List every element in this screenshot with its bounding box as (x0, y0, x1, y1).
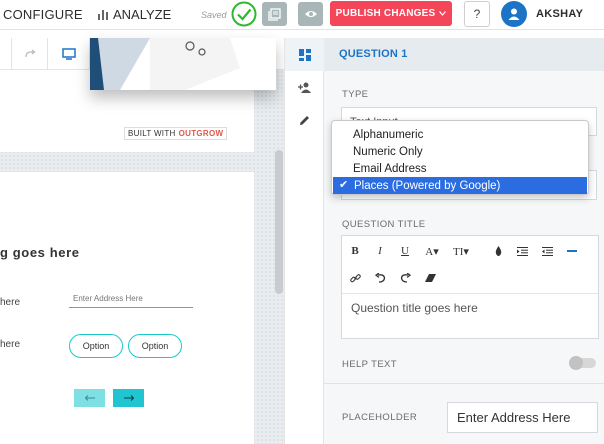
help-text-toggle[interactable] (569, 356, 596, 370)
font-color-icon[interactable]: A▾ (420, 241, 444, 261)
next-button[interactable] (113, 389, 144, 407)
outdent-icon[interactable] (537, 241, 557, 261)
placeholder-label: PLACEHOLDER (342, 412, 418, 423)
type-option-email[interactable]: Email Address (332, 160, 588, 177)
nav-analyze[interactable]: ANALYZE (98, 7, 171, 22)
built-with-badge[interactable]: BUILT WITH OUTGROW (124, 127, 228, 140)
bold-icon[interactable]: B (345, 241, 365, 261)
redo-icon[interactable] (395, 268, 415, 288)
divider (324, 383, 604, 384)
option-button[interactable]: Option (128, 334, 182, 358)
horizontal-rule-icon[interactable] (562, 241, 582, 261)
panel-title: QUESTION 1 (339, 48, 408, 60)
user-name[interactable]: AKSHAY (536, 8, 583, 20)
underline-icon[interactable]: U (395, 241, 415, 261)
preview-button[interactable] (298, 2, 323, 26)
question-title-editor: B I U A▾ TI▾ Question title goes here (341, 235, 599, 339)
nav-analyze-label: ANALYZE (113, 7, 172, 22)
help-button[interactable]: ? (464, 1, 490, 27)
hero-image (90, 38, 276, 90)
arrow-right-icon (123, 395, 134, 401)
saved-status: Saved (201, 10, 227, 20)
outgrow-logo: OUTGROW (178, 129, 224, 138)
type-option-numeric[interactable]: Numeric Only (332, 143, 588, 160)
add-user-tab[interactable] (285, 71, 324, 104)
toggle-knob (569, 356, 583, 370)
redo-button[interactable] (12, 38, 48, 70)
fill-color-icon[interactable] (488, 241, 508, 261)
chevron-down-icon (439, 11, 447, 16)
redo-icon (24, 49, 36, 58)
prev-button[interactable] (74, 389, 105, 407)
desktop-icon (61, 48, 76, 60)
rich-text-toolbar: B I U A▾ TI▾ (342, 236, 598, 294)
undo-icon[interactable] (370, 268, 390, 288)
question-title-label: QUESTION TITLE (342, 219, 426, 230)
type-option-alphanumeric[interactable]: Alphanumeric (332, 126, 588, 143)
user-icon (508, 8, 520, 20)
italic-icon[interactable]: I (370, 241, 390, 261)
saved-check-icon (231, 1, 257, 27)
eraser-icon[interactable] (420, 268, 440, 288)
layout-tab[interactable] (285, 38, 324, 71)
arrow-left-icon (84, 395, 95, 401)
pencil-icon (300, 116, 309, 125)
check-icon: ✔ (339, 179, 349, 191)
canvas-scrollbar[interactable] (275, 150, 283, 294)
undo-cell (0, 38, 12, 70)
type-dropdown-menu: Alphanumeric Numeric Only Email Address … (331, 120, 589, 195)
bar-chart-icon (98, 10, 108, 20)
properties-panel: QUESTION 1 TYPE Text Input QUESTION TITL… (324, 38, 604, 444)
help-text-label: HELP TEXT (342, 359, 397, 370)
avatar[interactable] (501, 1, 527, 27)
question-heading: g goes here (0, 245, 80, 260)
copy-icon (268, 7, 281, 21)
link-icon[interactable] (345, 268, 365, 288)
type-label: TYPE (342, 89, 369, 100)
top-bar: CONFIGURE ANALYZE Saved PUBLISH CHANGES … (0, 0, 604, 30)
question-label: here (0, 297, 21, 308)
publish-label: PUBLISH CHANGES (335, 8, 436, 19)
edit-tab[interactable] (285, 104, 324, 137)
side-icon-strip (284, 38, 324, 444)
copy-button[interactable] (262, 2, 287, 26)
text-size-icon[interactable]: TI▾ (448, 241, 474, 261)
eye-icon (304, 11, 317, 17)
type-option-places-label: Places (Powered by Google) (354, 179, 501, 192)
question-label: here (0, 339, 21, 350)
built-with-label: BUILT WITH (128, 129, 176, 138)
placeholder-input[interactable]: Enter Address Here (447, 402, 598, 433)
add-user-icon (297, 82, 311, 93)
option-button[interactable]: Option (69, 334, 123, 358)
nav-configure[interactable]: CONFIGURE (3, 7, 83, 22)
question-title-text[interactable]: Question title goes here (351, 301, 478, 315)
address-input[interactable]: Enter Address Here (69, 290, 193, 308)
hero-graphic (90, 38, 240, 90)
dashboard-icon (298, 48, 311, 61)
desktop-view-button[interactable] (48, 38, 90, 70)
indent-icon[interactable] (512, 241, 532, 261)
publish-changes-button[interactable]: PUBLISH CHANGES (330, 1, 452, 26)
type-option-places[interactable]: ✔ Places (Powered by Google) (333, 177, 587, 194)
